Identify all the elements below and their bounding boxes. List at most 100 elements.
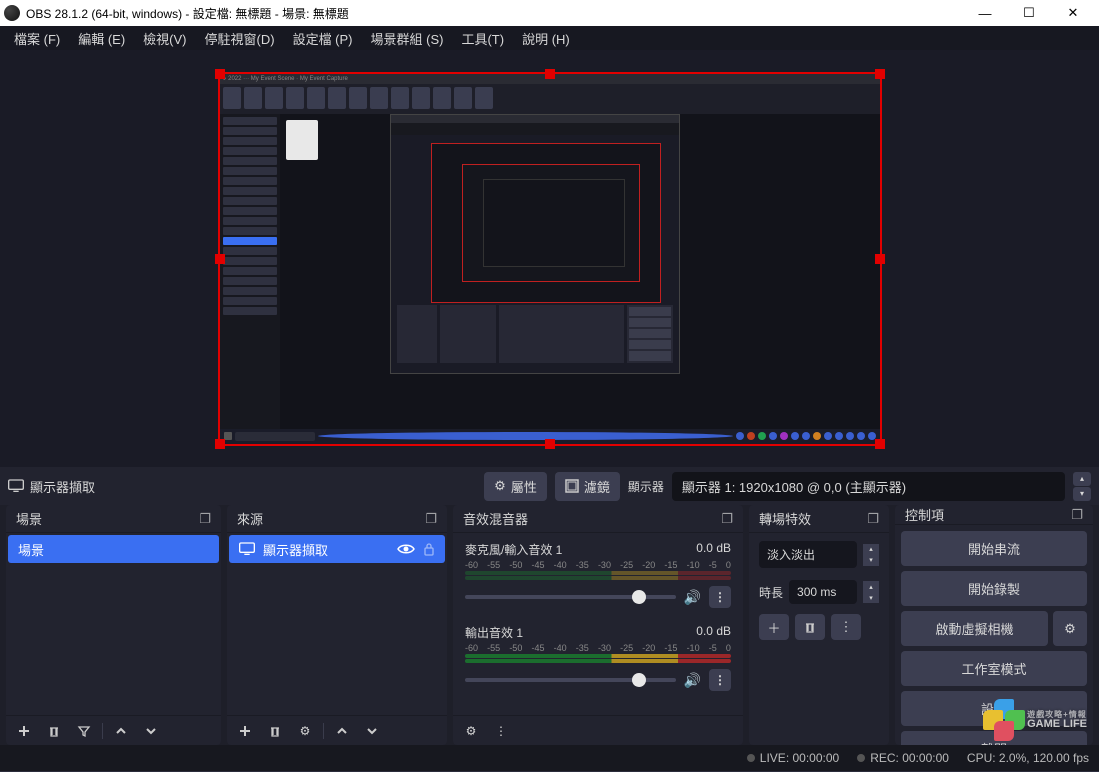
sources-dock: 來源 ❐ 顯示器擷取 ⚙ [227,505,447,745]
scene-up-button[interactable] [109,720,133,742]
channel-name: 麥克風/輸入音效 1 [465,541,562,558]
add-transition-button[interactable]: ＋ [759,614,789,640]
display-dropdown[interactable]: 顯示器 1: 1920x1080 @ 0,0 (主顯示器) [672,472,1065,501]
scene-filter-button[interactable] [72,720,96,742]
monitor-icon [8,479,24,493]
transition-menu-button[interactable]: ⋮ [831,614,861,640]
transition-select[interactable]: 淡入淡出 [759,541,857,568]
scenes-dock: 場景 ❐ 場景 [6,505,221,745]
speaker-icon[interactable]: 🔊 [684,672,701,689]
menu-edit[interactable]: 編輯 (E) [70,26,133,51]
channel-db: 0.0 dB [696,541,731,558]
popout-icon[interactable]: ❐ [199,511,211,527]
minimize-button[interactable]: — [963,0,1007,26]
menu-tools[interactable]: 工具(T) [453,26,512,51]
popout-icon[interactable]: ❐ [1071,507,1083,523]
lock-toggle[interactable] [423,542,435,556]
transitions-dock: 轉場特效 ❐ 淡入淡出 ▴▾ 時長 300 ms ▴▾ ＋ ⋮ [749,505,889,745]
rec-status: REC: 00:00:00 [857,751,949,765]
controls-title: 控制項 [905,505,944,524]
channel-menu-button[interactable]: ⋮ [709,669,731,691]
live-status: LIVE: 00:00:00 [747,751,839,765]
duration-spin[interactable]: ▴▾ [863,581,879,603]
source-properties-button[interactable]: ⚙ [293,720,317,742]
window-titlebar: OBS 28.1.2 (64-bit, windows) - 設定檔: 無標題 … [0,0,1099,26]
menu-scene-collection[interactable]: 場景群組 (S) [363,26,452,51]
settings-button[interactable]: 設定 [901,691,1087,726]
menu-dock[interactable]: 停駐視窗(D) [197,26,283,51]
cpu-status: CPU: 2.0%, 120.00 fps [967,751,1089,765]
preview-area[interactable]: ●2022 ··· My Event Scene · My Event Capt… [0,50,1099,467]
meter-bar [465,654,731,658]
display-spinner[interactable]: ▴▾ [1073,472,1091,501]
resize-handle-bl[interactable] [215,439,225,449]
source-toolbar: 顯示器擷取 ⚙ 屬性 濾鏡 顯示器 顯示器 1: 1920x1080 @ 0,0… [0,467,1099,505]
maximize-button[interactable]: ☐ [1007,0,1051,26]
remove-scene-button[interactable] [42,720,66,742]
source-item-label: 顯示器擷取 [263,540,328,559]
scene-item[interactable]: 場景 [8,535,219,563]
resize-handle-tl[interactable] [215,69,225,79]
menu-file[interactable]: 檔案 (F) [6,26,68,51]
channel-menu-button[interactable]: ⋮ [709,586,731,608]
start-streaming-button[interactable]: 開始串流 [901,531,1087,566]
remove-transition-button[interactable] [795,614,825,640]
source-item[interactable]: 顯示器擷取 [229,535,445,563]
virtual-cam-button[interactable]: 啟動虛擬相機 [901,611,1048,646]
scene-down-button[interactable] [139,720,163,742]
resize-handle-mr[interactable] [875,254,885,264]
filters-button[interactable]: 濾鏡 [555,472,620,501]
properties-label: 屬性 [511,477,537,496]
popout-icon[interactable]: ❐ [721,511,733,527]
popout-icon[interactable]: ❐ [425,511,437,527]
resize-handle-tr[interactable] [875,69,885,79]
filters-label: 濾鏡 [584,477,610,496]
selected-source-label: 顯示器擷取 [8,477,95,496]
resize-handle-tm[interactable] [545,69,555,79]
sources-title: 來源 [237,509,263,528]
speaker-icon[interactable]: 🔊 [684,589,701,606]
meter-scale: -60-55-50-45-40-35-30-25-20-15-10-50 [465,560,731,570]
add-scene-button[interactable] [12,720,36,742]
channel-name: 輸出音效 1 [465,624,523,641]
mixer-settings-button[interactable]: ⚙ [459,720,483,742]
close-button[interactable]: ✕ [1051,0,1095,26]
add-source-button[interactable] [233,720,257,742]
popout-icon[interactable]: ❐ [867,511,879,527]
scenes-title: 場景 [16,509,42,528]
visibility-toggle[interactable] [397,543,415,555]
controls-dock: 控制項 ❐ 開始串流 開始錄製 啟動虛擬相機 ⚙ 工作室模式 設定 離開 [895,505,1093,745]
status-bar: LIVE: 00:00:00 REC: 00:00:00 CPU: 2.0%, … [0,745,1099,771]
source-up-button[interactable] [330,720,354,742]
mixer-title: 音效混音器 [463,509,528,528]
volume-slider[interactable] [465,595,676,599]
source-down-button[interactable] [360,720,384,742]
menu-profile[interactable]: 設定檔 (P) [285,26,361,51]
menu-view[interactable]: 檢視(V) [135,26,194,51]
transitions-title: 轉場特效 [759,509,811,528]
mixer-channel-desktop: 輸出音效 1 0.0 dB -60-55-50-45-40-35-30-25-2… [455,618,741,701]
channel-db: 0.0 dB [696,624,731,641]
transition-spin[interactable]: ▴▾ [863,544,879,566]
resize-handle-ml[interactable] [215,254,225,264]
volume-slider[interactable] [465,678,676,682]
duration-label: 時長 [759,584,783,601]
menu-bar: 檔案 (F) 編輯 (E) 檢視(V) 停駐視窗(D) 設定檔 (P) 場景群組… [0,26,1099,50]
display-label: 顯示器 [628,478,664,495]
preview-canvas[interactable]: ●2022 ··· My Event Scene · My Event Capt… [220,74,880,444]
mixer-dock: 音效混音器 ❐ 麥克風/輸入音效 1 0.0 dB -60-55-50-45-4… [453,505,743,745]
mixer-channel-mic: 麥克風/輸入音效 1 0.0 dB -60-55-50-45-40-35-30-… [455,535,741,618]
mixer-menu-button[interactable]: ⋮ [489,720,513,742]
selection-outline[interactable] [218,72,882,446]
properties-button[interactable]: ⚙ 屬性 [484,472,547,501]
remove-source-button[interactable] [263,720,287,742]
resize-handle-bm[interactable] [545,439,555,449]
start-recording-button[interactable]: 開始錄製 [901,571,1087,606]
meter-bar [465,571,731,575]
studio-mode-button[interactable]: 工作室模式 [901,651,1087,686]
menu-help[interactable]: 說明 (H) [514,26,578,51]
resize-handle-br[interactable] [875,439,885,449]
filters-icon [565,479,579,493]
virtual-cam-settings-button[interactable]: ⚙ [1053,611,1087,646]
duration-input[interactable]: 300 ms [789,580,857,604]
